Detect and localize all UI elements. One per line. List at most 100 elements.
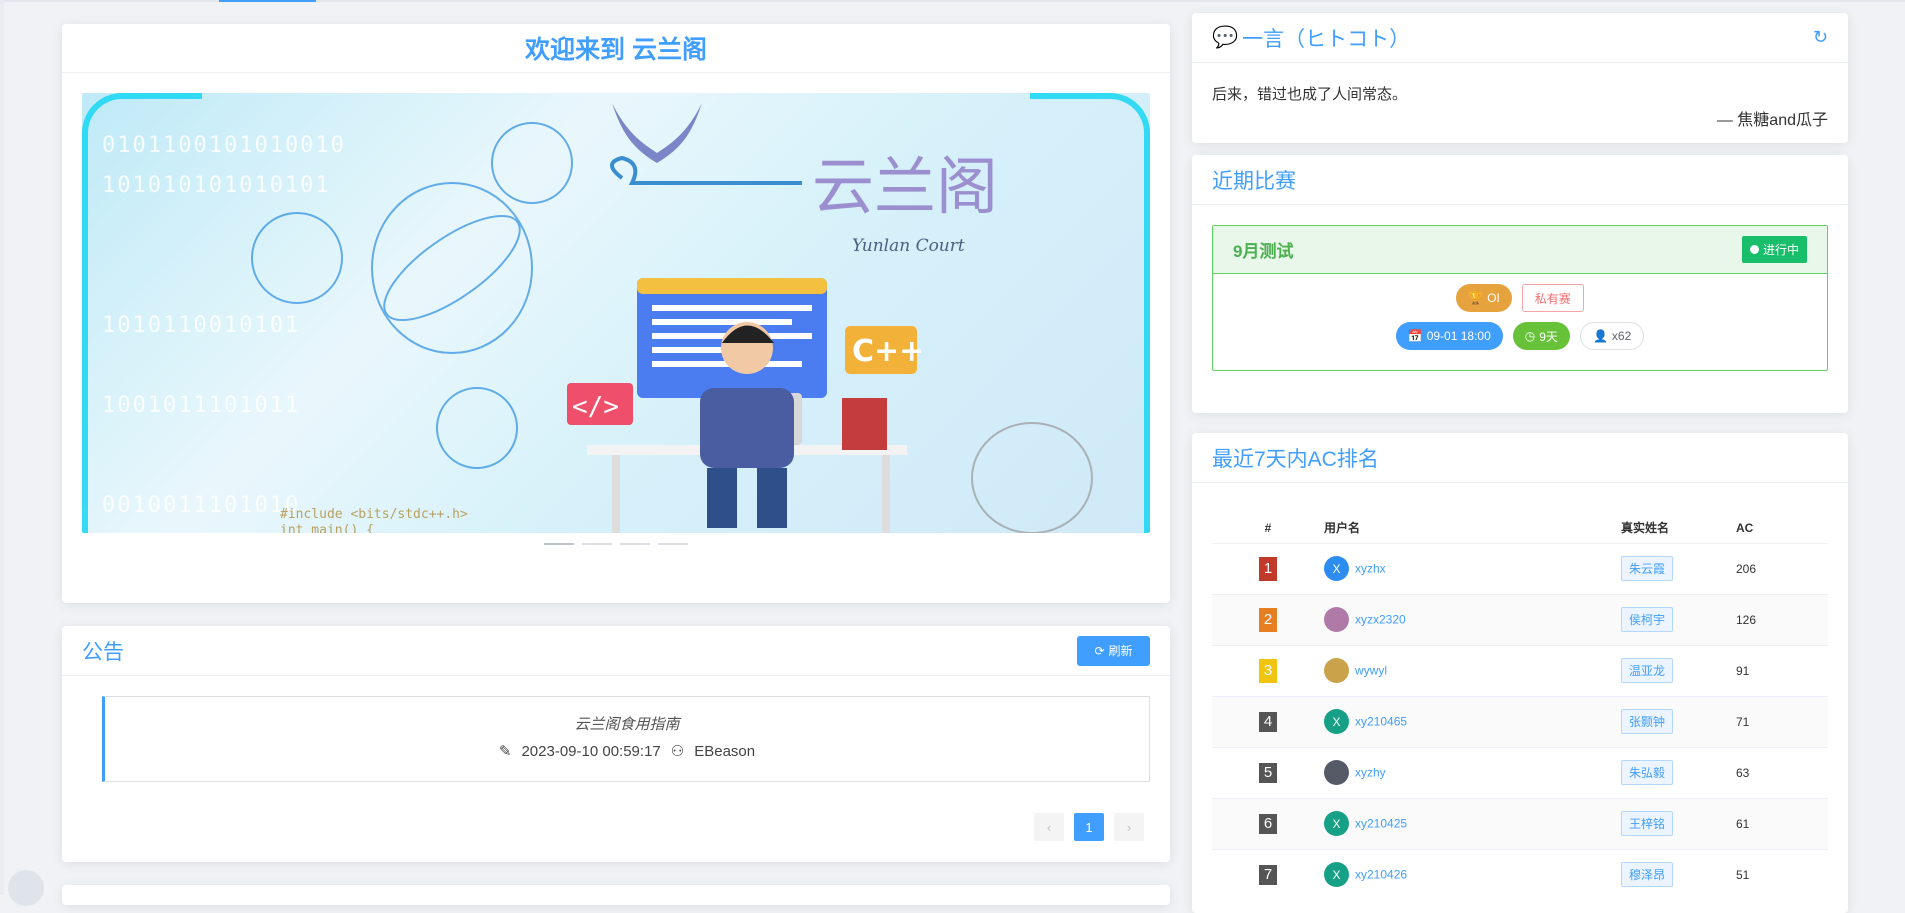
notice-item[interactable]: 云兰阁食用指南 ✎ 2023-09-10 00:59:17 ⚇ EBeason <box>102 696 1150 782</box>
ac-count: 63 <box>1736 746 1828 798</box>
avatar[interactable]: X <box>1324 556 1349 581</box>
hitokoto-header: 💬 一言（ヒトコト） ↻ <box>1192 13 1848 63</box>
carousel-indicators <box>62 543 1170 545</box>
pagination: ‹ 1 › <box>1034 813 1144 841</box>
bottom-card <box>62 885 1170 905</box>
notice-title: 公告 <box>82 640 124 664</box>
participants-tag: 👤 x62 <box>1579 322 1645 350</box>
table-row: 1 Xxyzhx 朱云霞 206 <box>1212 542 1828 594</box>
realname-tag: 穆泽昂 <box>1621 862 1674 888</box>
ac-count: 206 <box>1736 542 1828 594</box>
hitokoto-card: 💬 一言（ヒトコト） ↻ 后来，错过也成了人间常态。 — 焦糖and瓜子 <box>1192 13 1848 143</box>
comment-icon: 💬 <box>1212 25 1239 49</box>
username-link[interactable]: xy210465 <box>1355 715 1407 729</box>
calendar-icon: 📅 <box>1407 329 1423 343</box>
username-link[interactable]: wywyl <box>1355 664 1387 678</box>
carousel-dot[interactable] <box>544 543 574 545</box>
username-link[interactable]: xy210426 <box>1355 868 1407 882</box>
contest-item[interactable]: 9月测试 进行中 🏆 OI 私有赛 📅 09-01 18:00 ◷ 9天 👤 x… <box>1212 225 1828 371</box>
duration-tag: ◷ 9天 <box>1512 322 1570 350</box>
col-rank: # <box>1264 520 1272 535</box>
banner-carousel[interactable]: 0101100101010010 101010101010101 1010110… <box>82 93 1150 533</box>
avatar[interactable]: X <box>1324 811 1349 836</box>
notice-item-title[interactable]: 云兰阁食用指南 <box>105 713 1149 734</box>
refresh-icon: ⟳ <box>1094 643 1105 658</box>
start-time-tag: 📅 09-01 18:00 <box>1395 322 1503 350</box>
status-dot-icon <box>1749 245 1759 254</box>
col-username: 用户名 <box>1324 521 1361 536</box>
carousel-dot[interactable] <box>582 543 612 545</box>
code-line: #include <bits/stdc++.h> <box>280 507 468 522</box>
welcome-card: 欢迎来到 云兰阁 0101100101010010 10101010101010… <box>62 24 1170 603</box>
table-row: 6 Xxy210425 王梓铭 61 <box>1212 797 1828 849</box>
welcome-header: 欢迎来到 云兰阁 <box>62 24 1170 73</box>
hitokoto-source: — 焦糖and瓜子 <box>1716 112 1828 129</box>
table-row: 7 Xxy210426 穆泽昂 51 <box>1212 848 1828 900</box>
code-line: int main() { <box>280 523 374 533</box>
clock-icon: ◷ <box>1524 329 1536 343</box>
top-nav-underline <box>0 0 1905 2</box>
table-row: 2 xyzx2320 侯柯宇 126 <box>1212 593 1828 645</box>
edit-icon: ✎ <box>498 743 512 760</box>
banner-illustration: 云兰阁 Yunlan Court C++ </> #include <bits/… <box>251 103 1093 533</box>
floating-help-button[interactable] <box>8 870 44 906</box>
logo-sub: Yunlan Court <box>852 236 965 256</box>
realname-tag: 温亚龙 <box>1621 658 1674 683</box>
status-label: 进行中 <box>1762 243 1799 257</box>
left-edge-strip <box>0 0 4 895</box>
avatar[interactable]: X <box>1324 862 1349 888</box>
next-page-button[interactable]: › <box>1114 813 1144 841</box>
username-link[interactable]: xyzhy <box>1355 766 1386 780</box>
user-icon: ⚇ <box>670 743 685 760</box>
avatar[interactable] <box>1324 760 1349 785</box>
page-button[interactable]: 1 <box>1074 813 1104 841</box>
contests-title: 近期比赛 <box>1212 169 1296 193</box>
contest-name[interactable]: 9月测试 <box>1233 237 1293 262</box>
table-row: 4 Xxy210465 张颢钟 71 <box>1212 695 1828 747</box>
col-ac: AC <box>1736 520 1754 535</box>
refresh-button[interactable]: ⟳ 刷新 <box>1077 635 1150 666</box>
ac-count: 91 <box>1736 644 1828 696</box>
rank-badge: 4 <box>1259 711 1277 732</box>
lotus-logo <box>612 103 702 163</box>
reload-icon[interactable]: ↻ <box>1813 27 1828 48</box>
carousel-dot[interactable] <box>658 543 688 545</box>
ranking-table: # 用户名 真实姓名 AC 1 Xxyzhx 朱云霞 206 2 xyzx232… <box>1212 513 1828 900</box>
hitokoto-text: 后来，错过也成了人间常态。 <box>1212 86 1408 103</box>
avatar[interactable] <box>1324 658 1349 683</box>
notice-header: 公告 ⟳ 刷新 <box>62 626 1170 676</box>
ac-count: 126 <box>1736 593 1828 645</box>
username-link[interactable]: xyzx2320 <box>1355 613 1406 627</box>
rank-badge: 3 <box>1259 658 1277 683</box>
duration: 9天 <box>1539 329 1558 344</box>
table-row: 3 wywyl 温亚龙 91 <box>1212 644 1828 696</box>
ac-count: 51 <box>1736 848 1828 900</box>
logo-text: 云兰阁 <box>812 150 998 223</box>
avatar[interactable]: X <box>1324 709 1349 734</box>
realname-tag: 侯柯宇 <box>1621 607 1674 632</box>
realname-tag: 朱云霞 <box>1621 556 1674 581</box>
prev-page-button[interactable]: ‹ <box>1034 813 1064 841</box>
welcome-title: 欢迎来到 云兰阁 <box>525 36 707 64</box>
user-icon: 👤 <box>1592 329 1608 343</box>
rule-label: OI <box>1487 291 1500 305</box>
username-link[interactable]: xy210425 <box>1355 817 1407 831</box>
contest-status-badge: 进行中 <box>1741 236 1807 263</box>
contest-rule-tag: 🏆 OI <box>1456 284 1512 312</box>
ranking-header: 最近7天内AC排名 <box>1192 433 1848 483</box>
cpp-badge: C++ <box>852 334 924 369</box>
start-time: 09-01 18:00 <box>1426 329 1491 343</box>
rank-badge: 7 <box>1259 864 1277 885</box>
username-link[interactable]: xyzhx <box>1355 562 1386 576</box>
avatar[interactable] <box>1324 607 1349 632</box>
participants: x62 <box>1611 329 1632 343</box>
ac-count: 71 <box>1736 695 1828 747</box>
carousel-dot[interactable] <box>620 543 650 545</box>
realname-tag: 王梓铭 <box>1621 811 1674 836</box>
notice-author: EBeason <box>694 742 756 760</box>
notice-card: 公告 ⟳ 刷新 云兰阁食用指南 ✎ 2023-09-10 00:59:17 ⚇ … <box>62 626 1170 862</box>
table-row: 5 xyzhy 朱弘毅 63 <box>1212 746 1828 798</box>
code-tag: </> <box>572 392 619 422</box>
rank-badge: 6 <box>1259 813 1277 834</box>
realname-tag: 张颢钟 <box>1621 709 1674 734</box>
